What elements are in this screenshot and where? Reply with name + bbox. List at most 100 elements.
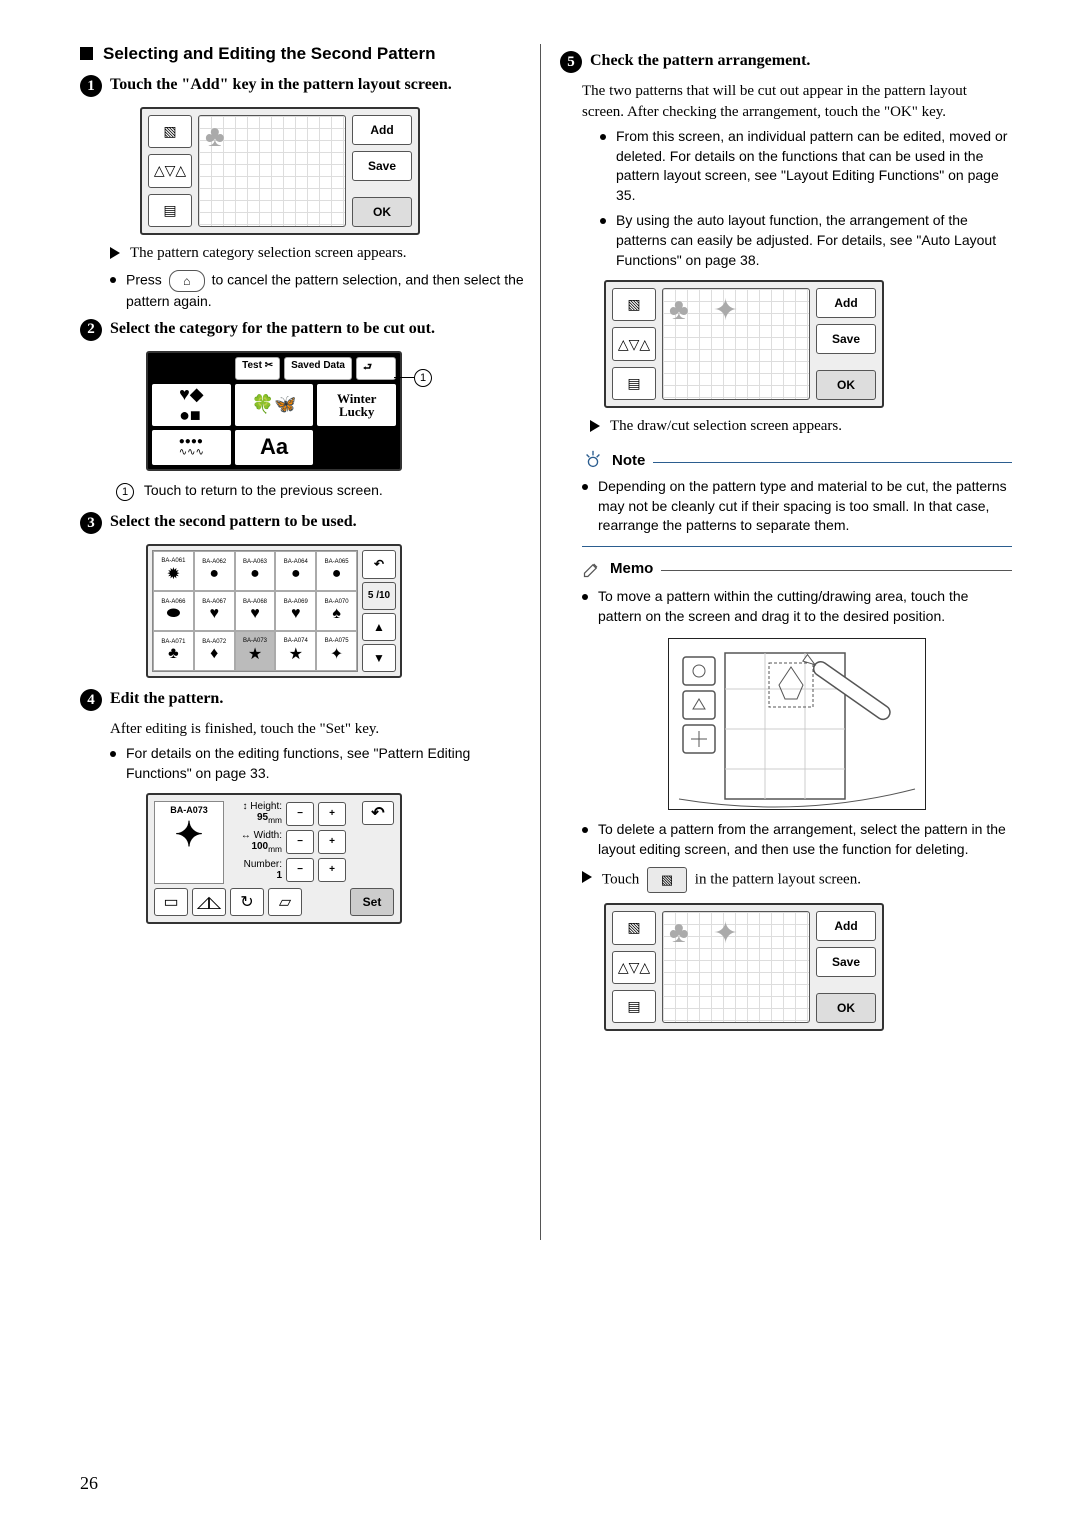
- height-minus-button[interactable]: −: [286, 802, 314, 826]
- bullet-icon: [582, 827, 588, 833]
- width-label: ↔ Width:100mm: [230, 830, 282, 854]
- step4-bullets: For details on the editing functions, se…: [110, 744, 532, 783]
- seam-tool-icon[interactable]: ▱: [268, 888, 302, 916]
- ok-button[interactable]: OK: [816, 993, 876, 1023]
- number-plus-button[interactable]: +: [318, 858, 346, 882]
- add-button[interactable]: Add: [816, 911, 876, 941]
- edit-tool-icon[interactable]: ▧: [612, 288, 656, 321]
- step-1: 1 Touch the "Add" key in the pattern lay…: [80, 74, 532, 97]
- layout-screen-mockup-2: ▧ △▽△ ▤ ♣ ✦ Add Save OK: [604, 280, 884, 408]
- test-button[interactable]: Test ✂: [235, 357, 280, 380]
- number-minus-button[interactable]: −: [286, 858, 314, 882]
- pattern-cell-selected[interactable]: BA-A073★: [235, 631, 276, 671]
- step4-bullet: For details on the editing functions, se…: [126, 744, 532, 783]
- memo-1-text: To move a pattern within the cutting/dra…: [598, 587, 1012, 626]
- save-button[interactable]: Save: [816, 947, 876, 977]
- mirror-tool-icon[interactable]: △▽△: [612, 327, 656, 360]
- mirror-tool-icon[interactable]: △▽△: [612, 951, 656, 984]
- saved-data-button[interactable]: Saved Data: [284, 357, 352, 380]
- edit-screen-mockup: BA-A073 ✦ ↕ Height:95mm − + ↔ Width:100m…: [146, 793, 402, 924]
- pattern-cell[interactable]: BA-A066⬬: [153, 591, 194, 631]
- page-indicator: 5 /10: [362, 582, 396, 610]
- edit-tool-inline-icon[interactable]: ▧: [647, 867, 687, 893]
- set-button[interactable]: Set: [350, 888, 394, 916]
- storage-tool-icon[interactable]: ▤: [612, 990, 656, 1023]
- pattern-cell[interactable]: BA-A067♥: [194, 591, 235, 631]
- step1-press-text: Press ⌂ to cancel the pattern selection,…: [126, 270, 532, 312]
- pattern-cell[interactable]: BA-A069♥: [275, 591, 316, 631]
- note-label: Note: [612, 452, 645, 469]
- category-fonts[interactable]: Aa: [235, 430, 314, 465]
- step-3: 3 Select the second pattern to be used.: [80, 511, 532, 534]
- triangle-icon: [590, 420, 600, 432]
- height-plus-button[interactable]: +: [318, 802, 346, 826]
- aspect-tool-icon[interactable]: ▭: [154, 888, 188, 916]
- category-screen-mockup: Test ✂ Saved Data ⮐ ♥◆●■ 🍀🦋 Winter Lucky: [146, 351, 402, 471]
- step5-intro: The two patterns that will be cut out ap…: [582, 81, 1012, 123]
- page-number: 26: [80, 1473, 98, 1494]
- right-column: 5 Check the pattern arrangement. The two…: [560, 44, 1012, 1039]
- storage-tool-icon[interactable]: ▤: [148, 194, 192, 227]
- pattern-preview: BA-A073 ✦: [154, 801, 224, 884]
- step-1-title: Touch the "Add" key in the pattern layou…: [110, 74, 452, 96]
- home-key-icon[interactable]: ⌂: [169, 270, 205, 292]
- back-icon-button[interactable]: ⮐: [356, 357, 396, 380]
- category-seasonal[interactable]: Winter Lucky: [317, 384, 396, 426]
- rotate-tool-icon[interactable]: ↻: [230, 888, 264, 916]
- pattern-cell[interactable]: BA-A072♦: [194, 631, 235, 671]
- storage-tool-icon[interactable]: ▤: [612, 367, 656, 400]
- star-shape-icon: ✦: [713, 293, 738, 328]
- step4-after-text: After editing is finished, touch the "Se…: [110, 719, 532, 740]
- pattern-grid-screen: BA-A061✹ BA-A062● BA-A063● BA-A064● BA-A…: [146, 544, 402, 678]
- ok-button[interactable]: OK: [816, 370, 876, 400]
- callout-1: 1: [394, 369, 432, 387]
- pattern-cell[interactable]: BA-A071♣: [153, 631, 194, 671]
- pattern-cell[interactable]: BA-A063●: [235, 551, 276, 591]
- save-button[interactable]: Save: [352, 151, 412, 181]
- pattern-cell[interactable]: BA-A075✦: [316, 631, 357, 671]
- undo-button[interactable]: ↶: [362, 801, 394, 825]
- layout-grid[interactable]: ♣ ✦: [662, 288, 810, 400]
- edit-tool-icon[interactable]: ▧: [612, 911, 656, 944]
- pattern-cell[interactable]: BA-A062●: [194, 551, 235, 591]
- flip-tool-icon[interactable]: ◿◺: [192, 888, 226, 916]
- save-button[interactable]: Save: [816, 324, 876, 354]
- width-plus-button[interactable]: +: [318, 830, 346, 854]
- scroll-up-button[interactable]: ▲: [362, 613, 396, 641]
- number-label: Number:1: [230, 859, 282, 881]
- pencil-icon: [582, 559, 602, 579]
- bullet-icon: [110, 277, 116, 283]
- width-minus-button[interactable]: −: [286, 830, 314, 854]
- edit-tool-icon[interactable]: ▧: [148, 115, 192, 148]
- back-button[interactable]: ↶: [362, 550, 396, 578]
- category-nature[interactable]: 🍀🦋: [235, 384, 314, 426]
- ok-button[interactable]: OK: [352, 197, 412, 227]
- pattern-cell[interactable]: BA-A061✹: [153, 551, 194, 591]
- mirror-tool-icon[interactable]: △▽△: [148, 154, 192, 187]
- category-shapes[interactable]: ♥◆●■: [152, 384, 231, 426]
- add-button[interactable]: Add: [816, 288, 876, 318]
- bullet-icon: [582, 594, 588, 600]
- pattern-cell[interactable]: BA-A068♥: [235, 591, 276, 631]
- pattern-cell[interactable]: BA-A065●: [316, 551, 357, 591]
- left-column: Selecting and Editing the Second Pattern…: [80, 44, 532, 1039]
- scroll-down-button[interactable]: ▼: [362, 644, 396, 672]
- layout-grid[interactable]: ♣: [198, 115, 346, 227]
- pattern-cell[interactable]: BA-A070♠: [316, 591, 357, 631]
- step-5-title: Check the pattern arrangement.: [590, 50, 810, 72]
- category-borders[interactable]: ●●●●∿∿∿: [152, 430, 231, 465]
- add-button[interactable]: Add: [352, 115, 412, 145]
- step1-bullets: The pattern category selection screen ap…: [110, 243, 532, 312]
- step-2-title: Select the category for the pattern to b…: [110, 318, 435, 340]
- pattern-cell[interactable]: BA-A064●: [275, 551, 316, 591]
- triangle-icon: [582, 871, 592, 883]
- layout-screen-mockup-1: ▧ △▽△ ▤ ♣ Add Save OK: [140, 107, 420, 235]
- step-number-icon: 3: [80, 512, 102, 534]
- bullet-icon: [600, 218, 606, 224]
- step-3-title: Select the second pattern to be used.: [110, 511, 357, 533]
- layout-grid[interactable]: ♣ ✦: [662, 911, 810, 1023]
- callout-1-text: 1 Touch to return to the previous screen…: [116, 481, 532, 502]
- pattern-cell[interactable]: BA-A074★: [275, 631, 316, 671]
- drag-illustration: [668, 638, 926, 810]
- clover-shape-icon: ♣: [669, 916, 689, 950]
